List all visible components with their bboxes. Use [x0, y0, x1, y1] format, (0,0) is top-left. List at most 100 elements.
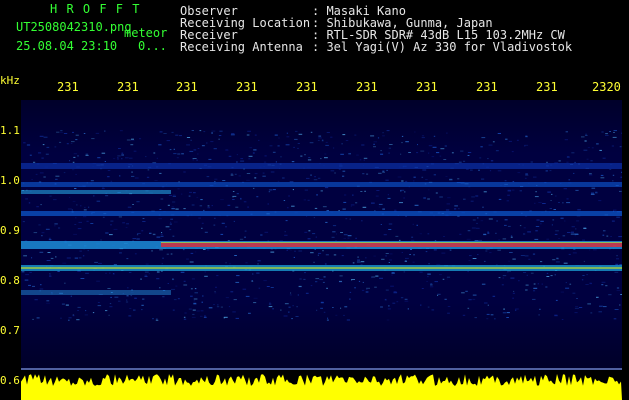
- noise-speck: [172, 309, 175, 311]
- noise-speck: [490, 314, 494, 316]
- noise-speck: [569, 283, 572, 285]
- noise-speck: [188, 308, 192, 310]
- noise-speck: [230, 291, 234, 293]
- noise-speck: [444, 145, 447, 147]
- noise-speck: [193, 192, 196, 194]
- noise-speck: [206, 142, 208, 144]
- noise-speck: [619, 190, 622, 192]
- noise-speck: [428, 189, 430, 191]
- noise-speck: [554, 233, 558, 235]
- noise-speck: [218, 135, 222, 136]
- noise-speck: [173, 153, 177, 155]
- noise-speck: [420, 150, 425, 152]
- noise-speck: [190, 288, 193, 290]
- noise-speck: [524, 177, 527, 179]
- noise-speck: [611, 220, 615, 222]
- noise-speck: [344, 194, 347, 196]
- noise-speck: [475, 227, 480, 229]
- noise-speck: [482, 206, 484, 208]
- noise-speck: [105, 310, 108, 312]
- noise-speck: [189, 261, 194, 263]
- band-upper-left: [21, 190, 171, 194]
- noise-speck: [257, 260, 261, 262]
- noise-speck: [272, 151, 276, 153]
- noise-speck: [550, 200, 552, 201]
- noise-speck: [191, 204, 195, 206]
- noise-speck: [151, 250, 153, 252]
- noise-speck: [74, 224, 77, 225]
- noise-speck: [576, 298, 578, 299]
- noise-speck: [77, 310, 79, 311]
- noise-speck: [373, 141, 378, 143]
- noise-speck: [246, 179, 250, 181]
- noise-speck: [363, 159, 365, 161]
- noise-speck: [177, 188, 180, 190]
- noise-speck: [507, 194, 510, 196]
- noise-speck: [253, 302, 257, 304]
- noise-speck: [254, 173, 258, 175]
- noise-speck: [200, 310, 204, 312]
- noise-speck: [484, 260, 486, 262]
- noise-speck: [454, 208, 457, 210]
- noise-speck: [484, 302, 488, 304]
- noise-speck: [428, 152, 430, 154]
- noise-speck: [605, 134, 609, 136]
- noise-speck: [60, 132, 64, 134]
- noise-speck: [468, 260, 471, 262]
- noise-speck: [236, 154, 238, 156]
- noise-speck: [495, 150, 499, 152]
- noise-speck: [414, 131, 416, 133]
- noise-speck: [523, 272, 527, 273]
- noise-speck: [321, 140, 324, 142]
- noise-speck: [201, 301, 203, 303]
- noise-speck: [391, 274, 393, 276]
- noise-speck: [403, 271, 406, 273]
- noise-speck: [324, 187, 329, 189]
- noise-speck: [467, 230, 471, 232]
- noise-speck: [313, 179, 318, 181]
- noise-speck: [322, 250, 324, 252]
- noise-speck: [510, 236, 513, 238]
- noise-speck: [400, 189, 405, 191]
- noise-speck: [253, 297, 258, 299]
- noise-speck: [23, 142, 26, 144]
- noise-speck: [285, 220, 288, 222]
- noise-speck: [252, 152, 255, 154]
- noise-speck: [320, 158, 322, 160]
- noise-speck: [109, 306, 113, 308]
- noise-speck: [233, 299, 237, 301]
- noise-speck: [269, 145, 273, 147]
- noise-speck: [83, 133, 86, 134]
- noise-speck: [404, 191, 406, 193]
- noise-speck: [155, 319, 159, 321]
- noise-speck: [326, 319, 329, 321]
- noise-speck: [446, 276, 451, 278]
- noise-speck: [167, 283, 169, 284]
- noise-speck: [232, 199, 235, 200]
- noise-speck: [148, 273, 150, 275]
- noise-speck: [570, 233, 575, 235]
- noise-speck: [55, 256, 57, 258]
- noise-speck: [297, 147, 299, 149]
- noise-speck: [504, 224, 507, 226]
- noise-speck: [382, 170, 385, 172]
- noise-speck: [435, 192, 438, 194]
- noise-speck: [366, 287, 370, 289]
- app-title: H R O F F T: [50, 2, 141, 16]
- noise-speck: [277, 145, 280, 147]
- noise-speck: [380, 306, 383, 308]
- noise-speck: [62, 262, 67, 264]
- noise-speck: [373, 143, 375, 145]
- noise-speck: [562, 235, 566, 237]
- noise-speck: [172, 201, 176, 203]
- noise-speck: [344, 306, 348, 308]
- noise-speck: [386, 130, 390, 132]
- noise-speck: [497, 170, 502, 172]
- noise-speck: [540, 261, 543, 263]
- noise-speck: [330, 170, 335, 172]
- noise-speck: [445, 209, 450, 211]
- noise-speck: [532, 253, 536, 255]
- noise-speck: [113, 228, 118, 230]
- noise-speck: [191, 130, 194, 131]
- noise-speck: [179, 135, 182, 137]
